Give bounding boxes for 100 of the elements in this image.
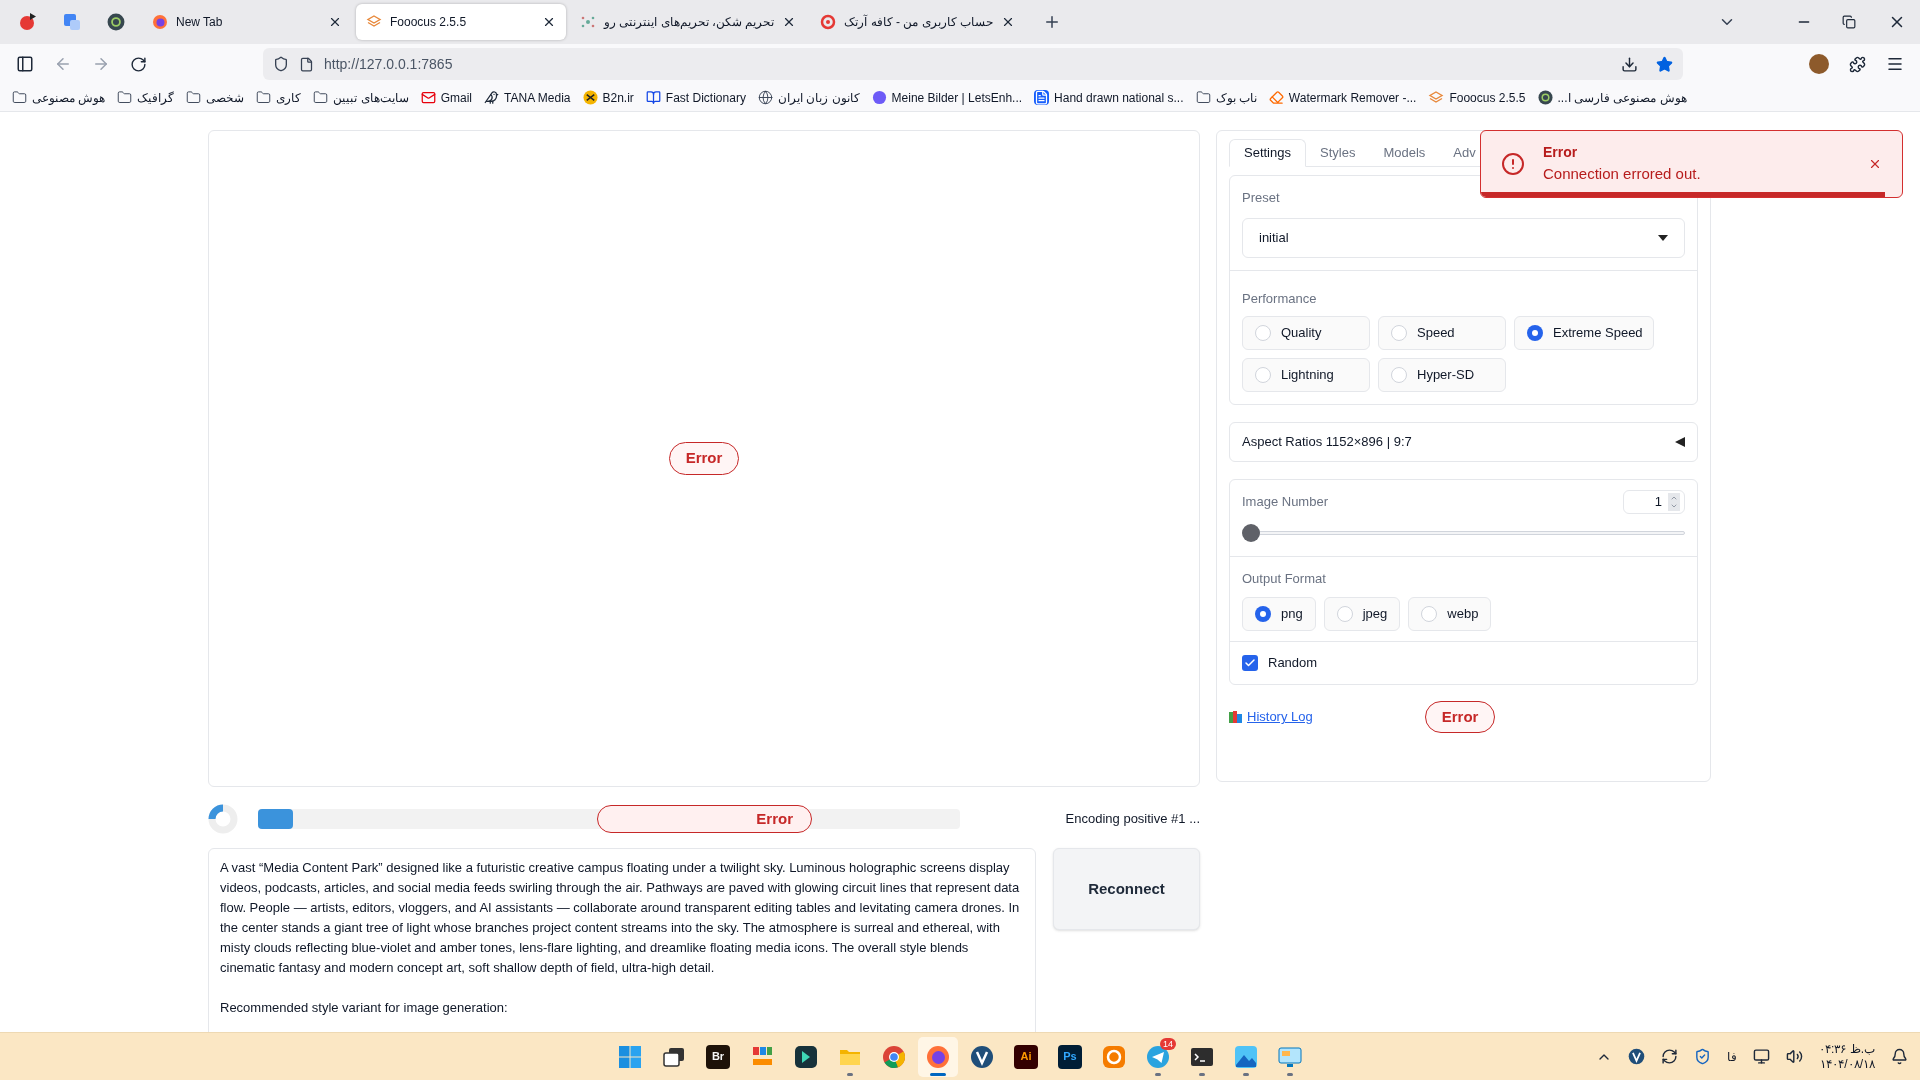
radio-option[interactable]: Hyper-SD [1378, 358, 1506, 392]
editor-app-icon[interactable] [794, 1044, 818, 1069]
security-shield-icon[interactable] [1694, 1048, 1711, 1065]
circle-icon [107, 13, 125, 31]
history-log-link[interactable]: History Log [1229, 707, 1313, 727]
radio-option[interactable]: jpeg [1323, 596, 1401, 631]
download-icon[interactable] [1621, 55, 1638, 73]
language-indicator[interactable]: فا [1727, 1047, 1737, 1066]
volume-icon[interactable] [1786, 1048, 1803, 1065]
taskbar-button[interactable] [918, 1036, 958, 1077]
radio-option[interactable]: Extreme Speed [1514, 316, 1654, 350]
radio-option[interactable]: Quality [1242, 316, 1370, 350]
reconnect-button[interactable]: Reconnect [1053, 848, 1200, 930]
bookmark[interactable]: کاری [256, 88, 302, 107]
bookmark[interactable]: Fast Dictionary [645, 88, 746, 107]
extensions-icon[interactable] [1849, 55, 1866, 73]
taskbar-button[interactable]: Br [698, 1036, 738, 1077]
bookmark[interactable]: سایت‌های تبیین [313, 88, 409, 107]
sidebar-icon[interactable] [16, 55, 34, 73]
browser-logo-icon[interactable] [926, 1044, 950, 1069]
browser-tab[interactable]: Fooocus 2.5.5 [356, 4, 566, 40]
close-icon[interactable] [542, 15, 556, 29]
bookmark[interactable]: Meine Bilder | LetsEnh... [871, 88, 1023, 107]
browser-tab[interactable]: حساب کاربری من - کافه آرتک [810, 4, 1025, 40]
star-icon[interactable] [1656, 55, 1673, 73]
running-indicator [1243, 1072, 1249, 1076]
bookmark[interactable]: Watermark Remover -... [1268, 88, 1417, 107]
v-app-icon[interactable] [970, 1044, 994, 1069]
app-icon[interactable]: Br [706, 1044, 730, 1069]
app-icon[interactable]: Ai [1014, 1044, 1038, 1069]
close-icon[interactable] [328, 15, 342, 29]
stepper-icon [1668, 493, 1680, 511]
e-app-icon[interactable] [1102, 1044, 1126, 1069]
slider-thumb[interactable] [1242, 524, 1260, 542]
v-app-icon[interactable] [1628, 1048, 1645, 1065]
bookmark[interactable]: ناب بوک [1195, 88, 1257, 107]
error-toast: Error [597, 805, 812, 833]
mail-icon [420, 90, 436, 105]
book-icon [645, 90, 661, 105]
taskbar-button[interactable]: Ai [1006, 1036, 1046, 1077]
settings-tab[interactable]: Styles [1306, 139, 1370, 167]
network-icon[interactable] [1753, 1048, 1770, 1065]
bookmark[interactable]: Fooocus 2.5.5 [1428, 88, 1526, 107]
radio-option[interactable]: png [1242, 596, 1316, 631]
browser-logo-icon[interactable] [882, 1044, 906, 1069]
monitor-app-icon[interactable] [1278, 1044, 1302, 1069]
bookmark[interactable]: کانون زبان ایران [757, 88, 860, 107]
status-text: Encoding positive #1 ... [1065, 810, 1200, 829]
eraser-icon [1268, 90, 1284, 105]
checkbox-label: Random [1268, 653, 1318, 672]
settings-tab[interactable]: Models [1369, 139, 1440, 167]
folder-icon [12, 90, 27, 105]
clock[interactable]: ب.ظ ۰۴:۳۶ ۱۴۰۴/۰۸/۱۸ [1819, 1041, 1875, 1072]
reload-icon[interactable] [130, 55, 147, 73]
folder-icon [313, 90, 329, 105]
folder-icon [117, 90, 133, 105]
toast-title: Error [1543, 143, 1579, 163]
new-tab-icon[interactable] [1043, 13, 1061, 31]
running-indicator [930, 1072, 946, 1076]
bookmark[interactable]: TANA Media [484, 88, 571, 107]
layers-icon [366, 14, 382, 30]
radio-option[interactable]: webp [1408, 596, 1492, 631]
bookmark[interactable]: B2n.ir [582, 88, 634, 107]
settings-tab[interactable]: Settings [1229, 139, 1306, 167]
bookmark[interactable]: شخصی [186, 88, 245, 107]
bookmark[interactable]: گرافیک [117, 88, 175, 107]
field-label: Preset [1242, 189, 1281, 207]
bookmark[interactable]: هوش مصنوعی فارسی ا... [1537, 88, 1687, 107]
sync-icon[interactable] [1661, 1048, 1678, 1065]
checkbox[interactable] [1242, 654, 1258, 671]
app-logo-icon [18, 12, 38, 32]
number-input[interactable]: 1 [1623, 490, 1685, 514]
taskbar-button[interactable]: 14 [1138, 1036, 1178, 1077]
address-bar[interactable]: http://127.0.0.1:7865 [263, 48, 1683, 80]
preset-dropdown[interactable]: initial [1242, 217, 1685, 258]
globe-icon [757, 90, 773, 105]
settings-tab[interactable]: Adv [1439, 139, 1490, 167]
error-badge: Error [668, 442, 740, 475]
photos-app-icon[interactable] [1234, 1044, 1258, 1069]
menu-icon[interactable] [1886, 55, 1904, 73]
bookmark[interactable]: Gmail [420, 88, 473, 107]
app-icon[interactable]: Ps [1058, 1044, 1082, 1069]
taskbar-button[interactable]: Ps [1050, 1036, 1090, 1077]
browser-tab[interactable]: تحریم شکن، تحریم‌های اینترنتی رو [570, 4, 807, 40]
running-indicator [847, 1072, 853, 1076]
bookmark[interactable]: هوش مصنوعی [12, 88, 106, 107]
alert-icon [1501, 152, 1525, 176]
aspect-ratios-accordion[interactable]: Aspect Ratios 1152×896 | 9:7 [1229, 422, 1698, 462]
windows-start-icon[interactable] [618, 1044, 642, 1069]
tab-title: تحریم شکن، تحریم‌های اینترنتی رو [604, 14, 775, 31]
close-icon[interactable] [1001, 15, 1015, 29]
notifications-icon[interactable] [1891, 1048, 1908, 1065]
restore-icon[interactable] [1842, 15, 1856, 29]
radio-option[interactable]: Lightning [1242, 358, 1370, 392]
folder-icon [186, 90, 202, 105]
slider-track[interactable] [1242, 524, 1685, 542]
radio-option[interactable]: Speed [1378, 316, 1506, 350]
bookmark[interactable]: Hand drawn national s... [1034, 88, 1184, 107]
browser-tab[interactable]: New Tab [142, 4, 352, 40]
profile-avatar[interactable] [1809, 54, 1829, 74]
